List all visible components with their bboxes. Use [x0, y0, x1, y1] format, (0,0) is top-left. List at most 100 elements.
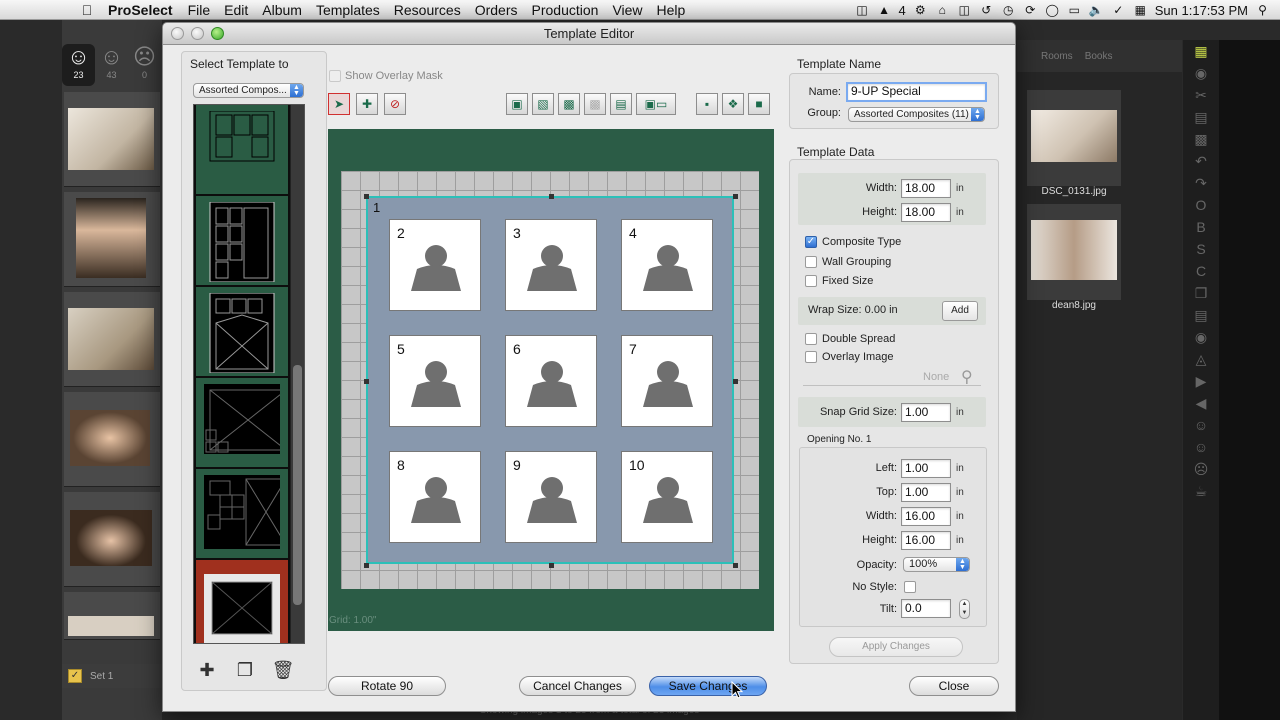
add-opening-icon[interactable]: ▣	[506, 93, 528, 115]
delete-opening-icon[interactable]: ▧	[532, 93, 554, 115]
sad-face-icon[interactable]: ☹	[1183, 458, 1219, 480]
add-wrap-button[interactable]: Add	[942, 301, 978, 321]
tilt-stepper[interactable]: ▲ ▼	[959, 599, 970, 619]
template-grid[interactable]: 1 2 3 4 5 6 7 8 9 10	[341, 171, 759, 589]
adobe-icon[interactable]: ▲	[877, 3, 892, 17]
apply-changes-button[interactable]: Apply Changes	[829, 637, 963, 657]
menu-app-name[interactable]: ProSelect	[100, 2, 181, 18]
calendar-icon[interactable]: ▦	[1133, 3, 1148, 17]
b-icon[interactable]: B	[1183, 216, 1219, 238]
neutral-face-icon[interactable]: ☺	[1183, 436, 1219, 458]
set-label[interactable]: Set 1	[90, 671, 113, 682]
cancel-changes-button[interactable]: Cancel Changes	[519, 676, 636, 696]
set-checkbox[interactable]: ✓	[68, 669, 82, 683]
template-thumbnail[interactable]	[196, 287, 288, 376]
gear-icon[interactable]: ⚙	[913, 3, 928, 17]
wifi-icon[interactable]: ✓	[1111, 3, 1126, 17]
menu-templates[interactable]: Templates	[309, 2, 387, 18]
copy-icon[interactable]: ❐	[1183, 282, 1219, 304]
refresh-icon[interactable]: ⟳	[1023, 3, 1038, 17]
group-select[interactable]: Assorted Composites (11) ▲ ▼	[848, 107, 985, 122]
opening-box[interactable]: 8	[389, 451, 481, 543]
template-width-input[interactable]: 18.00	[901, 179, 951, 198]
template-thumbnail[interactable]	[196, 196, 288, 285]
opening-height-input[interactable]: 16.00	[901, 531, 951, 550]
menu-clock[interactable]: Sun 1:17:53 PM	[1155, 3, 1248, 18]
menu-production[interactable]: Production	[525, 2, 606, 18]
sad-face-filter[interactable]: ☹ 0	[128, 44, 161, 86]
template-group-select[interactable]: Assorted Compos... ▲ ▼	[193, 83, 304, 98]
scrollbar-thumb[interactable]	[293, 365, 302, 605]
resize-handle[interactable]	[549, 194, 554, 199]
bring-to-front-icon[interactable]: ▩	[558, 93, 580, 115]
wall-grouping-checkbox[interactable]	[805, 256, 817, 268]
magnifier-icon[interactable]: ⚲	[961, 367, 973, 387]
resize-handle[interactable]	[733, 194, 738, 199]
minimize-window-icon[interactable]	[191, 27, 204, 40]
display-icon[interactable]: ▭	[1067, 3, 1082, 17]
s-icon[interactable]: S	[1183, 238, 1219, 260]
opening-box[interactable]: 2	[389, 219, 481, 311]
scissors-icon[interactable]: ✂	[1183, 84, 1219, 106]
opening-box[interactable]: 3	[505, 219, 597, 311]
align-left-icon[interactable]: ▪	[696, 93, 718, 115]
album-thumbnail[interactable]	[1027, 90, 1121, 186]
image-thumbnail[interactable]	[64, 592, 160, 640]
puzzle-icon[interactable]: ▩	[1183, 128, 1219, 150]
menu-album[interactable]: Album	[255, 2, 309, 18]
select-arrow-tool-icon[interactable]: ➤	[328, 93, 350, 115]
add-opening-tool-icon[interactable]: ✚	[356, 93, 378, 115]
show-overlay-mask-checkbox[interactable]	[329, 70, 341, 82]
cart-icon[interactable]: ◬	[1183, 348, 1219, 370]
template-thumbnail-selected[interactable]	[196, 560, 288, 643]
image-thumbnail[interactable]	[64, 192, 160, 287]
template-height-input[interactable]: 18.00	[901, 203, 951, 222]
snap-grid-input[interactable]: 1.00	[901, 403, 951, 422]
resize-handle[interactable]	[733, 379, 738, 384]
rotate-right-icon[interactable]: ↷	[1183, 172, 1219, 194]
opening-1-frame[interactable]: 1 2 3 4 5 6 7 8 9 10	[364, 194, 738, 568]
screen-icon[interactable]: ◫	[855, 3, 870, 17]
opening-box[interactable]: 5	[389, 335, 481, 427]
opening-box[interactable]: 4	[621, 219, 713, 311]
film-icon[interactable]: ▤	[1183, 106, 1219, 128]
happy-face-filter[interactable]: ☺ 23	[62, 44, 95, 86]
template-thumbnail[interactable]	[196, 469, 288, 558]
align-center-icon[interactable]: ❖	[722, 93, 744, 115]
play-icon[interactable]: ▶	[1183, 370, 1219, 392]
album-thumbnail[interactable]	[1027, 204, 1121, 300]
send-to-back-icon[interactable]: ▩	[584, 93, 606, 115]
o-icon[interactable]: O	[1183, 194, 1219, 216]
fixed-size-checkbox[interactable]	[805, 275, 817, 287]
template-name-input[interactable]: 9-UP Special	[846, 82, 987, 102]
resize-handle[interactable]	[364, 563, 369, 568]
volume-icon[interactable]: 🔈	[1089, 3, 1104, 17]
new-template-icon[interactable]: ✚	[194, 658, 220, 682]
no-entry-tool-icon[interactable]: ⊘	[384, 93, 406, 115]
menu-file[interactable]: File	[181, 2, 218, 18]
opening-box[interactable]: 10	[621, 451, 713, 543]
no-style-checkbox[interactable]	[904, 581, 916, 593]
neutral-face-filter[interactable]: ☺ 43	[95, 44, 128, 86]
back-icon[interactable]: ◀	[1183, 392, 1219, 414]
resize-handle[interactable]	[364, 379, 369, 384]
opening-width-input[interactable]: 16.00	[901, 507, 951, 526]
c-icon[interactable]: C	[1183, 260, 1219, 282]
image-thumbnail[interactable]	[64, 92, 160, 187]
clock-icon[interactable]: ◷	[1001, 3, 1016, 17]
document-icon[interactable]: ▤	[1183, 304, 1219, 326]
window-icon[interactable]: ◫	[957, 3, 972, 17]
zoom-window-icon[interactable]	[211, 27, 224, 40]
image-opening-icon[interactable]: ▣▭	[636, 93, 676, 115]
duplicate-template-icon[interactable]: ❐	[232, 658, 258, 682]
grid-icon[interactable]: ▦	[1183, 40, 1219, 62]
save-changes-button[interactable]: Save Changes	[649, 676, 767, 696]
home-icon[interactable]: ⌂	[935, 3, 950, 17]
camera-icon[interactable]: ◉	[1183, 326, 1219, 348]
template-list-scrollbar[interactable]	[290, 105, 304, 643]
opening-box[interactable]: 6	[505, 335, 597, 427]
template-thumbnail[interactable]	[196, 105, 288, 194]
opacity-select[interactable]: 100% ▲ ▼	[903, 557, 970, 572]
menu-help[interactable]: Help	[650, 2, 693, 18]
composite-type-checkbox[interactable]: ✓	[805, 236, 817, 248]
